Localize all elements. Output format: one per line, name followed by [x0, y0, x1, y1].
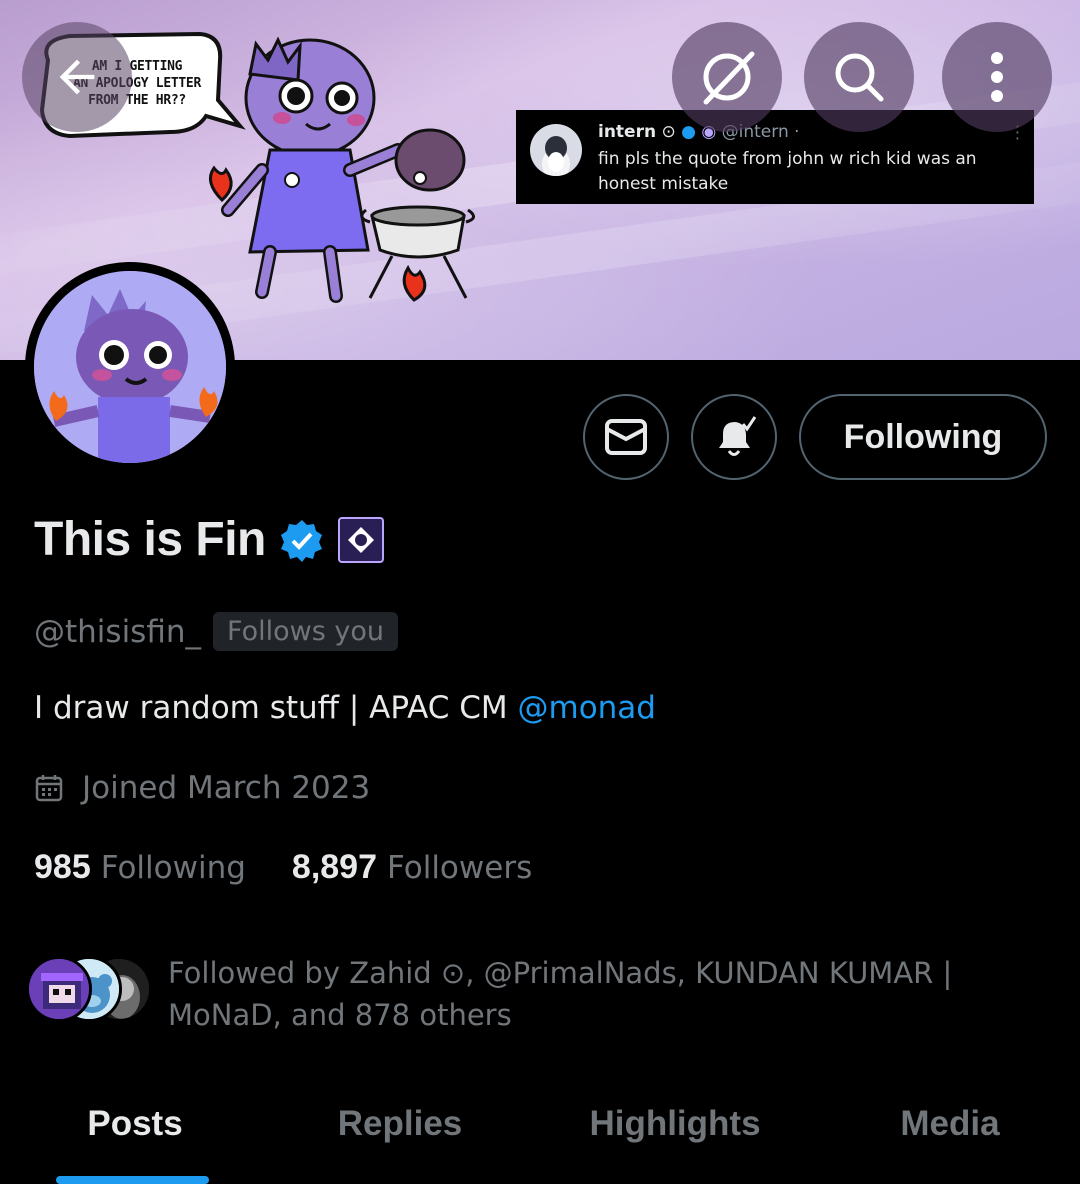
follow-stats: 985 Following 8,897 Followers	[34, 848, 532, 887]
tab-posts[interactable]: Posts	[0, 1090, 270, 1184]
profile-avatar[interactable]	[25, 262, 235, 472]
search-icon	[835, 53, 884, 102]
quote-name: intern	[598, 122, 657, 142]
followed-by-line-1: Followed by Zahid ⊙, @PrimalNads, KUNDAN…	[168, 956, 953, 990]
tab-media[interactable]: Media	[820, 1090, 1080, 1184]
calendar-icon	[35, 775, 63, 802]
following-button[interactable]: Following	[799, 394, 1047, 480]
joined-date: Joined March 2023	[82, 770, 371, 806]
ring-icon: ⊙	[661, 122, 676, 142]
more-button[interactable]	[942, 22, 1052, 132]
following-label: Following	[100, 850, 246, 886]
grok-icon	[703, 51, 755, 105]
following-count: 985	[34, 848, 91, 886]
following-stat[interactable]: 985 Following	[34, 848, 246, 887]
followed-by-avatars	[26, 956, 156, 1022]
avatar-illustration	[34, 271, 226, 463]
profile-bio: I draw random stuff | APAC CM @monad	[34, 690, 656, 726]
avatar	[26, 956, 92, 1022]
monad-logo-icon	[344, 523, 377, 556]
tab-label: Media	[900, 1104, 1000, 1143]
tab-label: Replies	[337, 1104, 463, 1143]
tab-label: Posts	[87, 1104, 183, 1143]
envelope-icon	[605, 419, 647, 455]
bell-check-icon	[719, 416, 757, 456]
followers-label: Followers	[387, 850, 533, 886]
arrow-left-icon	[59, 59, 95, 95]
followers-stat[interactable]: 8,897 Followers	[292, 848, 532, 887]
handle-row: @thisisfin_ Follows you	[34, 612, 398, 651]
back-button[interactable]	[22, 22, 132, 132]
bio-mention-link[interactable]: @monad	[518, 690, 657, 726]
bio-text: I draw random stuff | APAC CM	[34, 690, 518, 726]
display-name: This is Fin	[34, 513, 266, 566]
verified-icon: ●	[681, 122, 696, 142]
quote-text: fin pls the quote from john w rich kid w…	[598, 149, 977, 194]
tab-highlights[interactable]: Highlights	[530, 1090, 820, 1184]
profile-name-row: This is Fin	[34, 512, 384, 567]
notifications-button[interactable]	[691, 394, 777, 480]
followed-by[interactable]: Followed by Zahid ⊙, @PrimalNads, KUNDAN…	[26, 952, 1026, 1032]
tab-label: Highlights	[589, 1104, 761, 1143]
quote-separator: ·	[794, 122, 800, 142]
quote-header: intern ⊙ ● ◉ @intern ·	[598, 122, 800, 142]
tab-replies[interactable]: Replies	[270, 1090, 530, 1184]
followed-by-text: Followed by Zahid ⊙, @PrimalNads, KUNDAN…	[168, 952, 988, 1036]
grok-button[interactable]	[672, 22, 782, 132]
followers-count: 8,897	[291, 848, 378, 886]
verified-icon[interactable]	[280, 518, 324, 562]
joined-row: Joined March 2023	[34, 770, 370, 806]
user-handle: @thisisfin_	[34, 613, 202, 650]
follows-you-badge: Follows you	[213, 612, 398, 651]
followed-by-line-2: MoNaD, and 878 others	[168, 998, 512, 1032]
affiliate-badge[interactable]	[337, 516, 384, 563]
profile-tabs: Posts Replies Highlights Media	[0, 1090, 1080, 1184]
active-tab-indicator	[56, 1176, 209, 1184]
quote-avatar	[530, 124, 582, 176]
quoted-post-card[interactable]: intern ⊙ ● ◉ @intern · ··· fin pls the q…	[516, 110, 1034, 204]
search-button[interactable]	[804, 22, 914, 132]
message-button[interactable]	[583, 394, 669, 480]
more-vertical-icon	[991, 52, 1003, 102]
